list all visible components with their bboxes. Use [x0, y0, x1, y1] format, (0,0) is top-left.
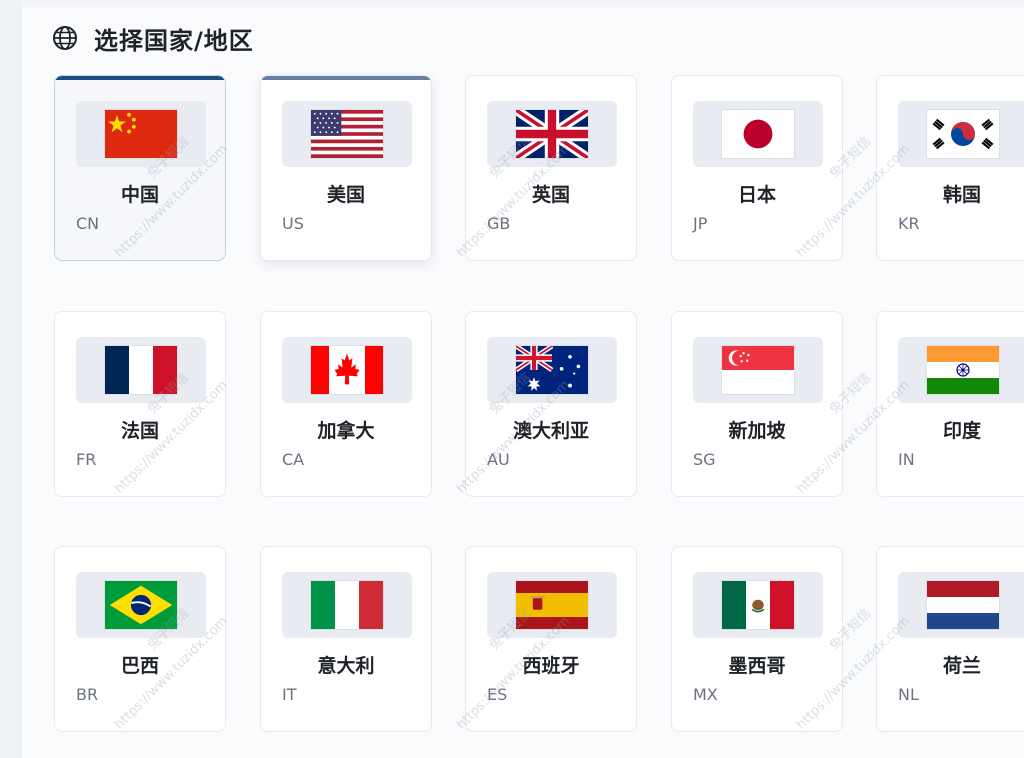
flag-container — [76, 101, 206, 167]
flag-cn-icon — [105, 110, 177, 158]
flag-container — [487, 337, 617, 403]
left-sidebar-edge — [0, 0, 22, 758]
flag-gb-icon — [516, 110, 588, 158]
country-name: 韩国 — [942, 184, 981, 206]
country-name: 新加坡 — [728, 420, 786, 442]
country-code: IT — [282, 685, 297, 704]
country-code: CA — [282, 450, 305, 469]
flag-kr-icon — [927, 110, 999, 158]
country-code: BR — [76, 685, 99, 704]
country-code: IN — [898, 450, 915, 469]
country-card-es[interactable]: 西班牙 ES — [465, 546, 637, 732]
country-selector-panel: 选择国家/地区 中国 CN 美国 US 英国 GB 日本 JP 韩国 KR 法国… — [22, 0, 1024, 758]
country-card-it[interactable]: 意大利 IT — [260, 546, 432, 732]
flag-it-icon — [311, 581, 383, 629]
flag-us-icon — [311, 110, 383, 158]
country-card-kr[interactable]: 韩国 KR — [876, 75, 1024, 261]
country-name: 美国 — [326, 184, 365, 206]
country-name: 澳大利亚 — [512, 420, 589, 442]
country-code: SG — [693, 450, 716, 469]
flag-sg-icon — [722, 346, 794, 394]
country-name: 巴西 — [120, 655, 159, 677]
country-card-in[interactable]: 印度 IN — [876, 311, 1024, 497]
flag-container — [487, 101, 617, 167]
flag-container — [487, 572, 617, 638]
country-name: 西班牙 — [522, 655, 580, 677]
flag-container — [693, 101, 823, 167]
country-name: 中国 — [120, 184, 159, 206]
country-code: GB — [487, 214, 511, 233]
country-name: 意大利 — [317, 655, 375, 677]
country-card-us[interactable]: 美国 US — [260, 75, 432, 261]
flag-container — [76, 337, 206, 403]
country-card-cn[interactable]: 中国 CN — [54, 75, 226, 261]
flag-container — [693, 337, 823, 403]
country-card-ca[interactable]: 加拿大 CA — [260, 311, 432, 497]
flag-jp-icon — [722, 110, 794, 158]
flag-container — [693, 572, 823, 638]
country-name: 日本 — [737, 184, 776, 206]
country-code: CN — [76, 214, 100, 233]
country-card-sg[interactable]: 新加坡 SG — [671, 311, 843, 497]
country-card-nl[interactable]: 荷兰 NL — [876, 546, 1024, 732]
flag-container — [898, 572, 1024, 638]
flag-ca-icon — [311, 346, 383, 394]
country-code: ES — [487, 685, 508, 704]
section-header: 选择国家/地区 — [52, 22, 254, 55]
country-code: AU — [487, 450, 510, 469]
country-name: 印度 — [942, 420, 981, 442]
flag-nl-icon — [927, 581, 999, 629]
country-code: MX — [693, 685, 718, 704]
country-card-mx[interactable]: 墨西哥 MX — [671, 546, 843, 732]
flag-container — [898, 101, 1024, 167]
flag-fr-icon — [105, 346, 177, 394]
flag-container — [76, 572, 206, 638]
country-card-jp[interactable]: 日本 JP — [671, 75, 843, 261]
flag-au-icon — [516, 346, 588, 394]
flag-br-icon — [105, 581, 177, 629]
flag-container — [898, 337, 1024, 403]
section-title: 选择国家/地区 — [94, 26, 254, 55]
country-name: 墨西哥 — [728, 655, 786, 677]
flag-container — [282, 101, 412, 167]
country-card-gb[interactable]: 英国 GB — [465, 75, 637, 261]
globe-icon — [53, 26, 77, 50]
country-name: 法国 — [120, 420, 159, 442]
flag-mx-icon — [722, 581, 794, 629]
country-name: 加拿大 — [317, 420, 375, 442]
flag-container — [282, 572, 412, 638]
country-code: FR — [76, 450, 97, 469]
flag-es-icon — [516, 581, 588, 629]
country-name: 荷兰 — [942, 655, 981, 677]
country-code: US — [282, 214, 304, 233]
country-card-au[interactable]: 澳大利亚 AU — [465, 311, 637, 497]
country-card-br[interactable]: 巴西 BR — [54, 546, 226, 732]
country-code: JP — [693, 214, 708, 233]
country-code: KR — [898, 214, 920, 233]
flag-in-icon — [927, 346, 999, 394]
country-code: NL — [898, 685, 919, 704]
country-card-fr[interactable]: 法国 FR — [54, 311, 226, 497]
flag-container — [282, 337, 412, 403]
country-name: 英国 — [531, 184, 570, 206]
top-divider — [22, 0, 1024, 10]
